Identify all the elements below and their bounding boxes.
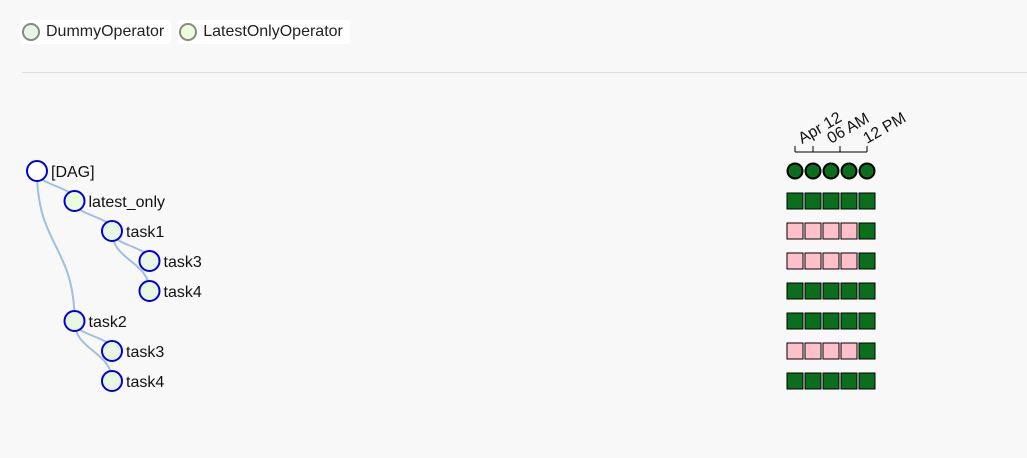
task-label[interactable]: task3 — [126, 344, 164, 361]
task-instance-success-box[interactable] — [786, 192, 804, 210]
task-instance-skipped-box[interactable] — [822, 222, 840, 240]
dag-run-status-circle[interactable] — [840, 162, 858, 180]
task-instance-skipped-box[interactable] — [840, 342, 858, 360]
task-instance-success-box[interactable] — [858, 372, 876, 390]
task-instance-skipped-box[interactable] — [786, 342, 804, 360]
task-instance-success-box[interactable] — [786, 372, 804, 390]
task-instance-success-box[interactable] — [840, 282, 858, 300]
task-instance-success-box[interactable] — [858, 282, 876, 300]
task-instance-success-box[interactable] — [822, 312, 840, 330]
task-instance-success-box[interactable] — [858, 342, 876, 360]
task-instance-skipped-box[interactable] — [786, 222, 804, 240]
task-instance-skipped-box[interactable] — [840, 252, 858, 270]
dag-label[interactable]: [DAG] — [51, 164, 95, 181]
task-node[interactable] — [101, 220, 123, 242]
run-axis: Apr 1206 AM12 PM — [794, 109, 910, 153]
task-instance-success-box[interactable] — [822, 192, 840, 210]
task-node[interactable] — [63, 310, 86, 332]
task-instance-success-box[interactable] — [804, 372, 822, 390]
task-node[interactable] — [63, 190, 86, 212]
task-node[interactable] — [138, 280, 161, 302]
task-instance-skipped-box[interactable] — [804, 222, 822, 240]
task-instance-success-box[interactable] — [858, 222, 876, 240]
task-instance-success-box[interactable] — [858, 312, 876, 330]
task-label[interactable]: task4 — [164, 284, 202, 301]
run-axis-label: 12 PM — [861, 110, 910, 148]
task-instance-success-box[interactable] — [786, 312, 804, 330]
task-node[interactable] — [101, 340, 123, 362]
dag-run-status-circle[interactable] — [786, 162, 804, 180]
task-label[interactable]: task4 — [126, 374, 164, 391]
task-instance-success-box[interactable] — [786, 282, 804, 300]
dag-run-status-circle[interactable] — [804, 162, 822, 180]
dag-run-status-circle[interactable] — [822, 162, 840, 180]
task-instance-skipped-box[interactable] — [804, 252, 822, 270]
task-instance-success-box[interactable] — [804, 312, 822, 330]
task-instance-skipped-box[interactable] — [804, 342, 822, 360]
task-instance-success-box[interactable] — [840, 372, 858, 390]
task-instance-success-box[interactable] — [840, 192, 858, 210]
task-instance-success-box[interactable] — [858, 192, 876, 210]
task-instance-skipped-box[interactable] — [822, 342, 840, 360]
task-node[interactable] — [101, 370, 123, 392]
tree-view: Apr 1206 AM12 PM [DAG]latest_onlytask1ta… — [26, 109, 910, 392]
task-instance-skipped-box[interactable] — [822, 252, 840, 270]
task-instance-success-box[interactable] — [822, 282, 840, 300]
task-node[interactable] — [138, 250, 161, 272]
tree-rows: [DAG]latest_onlytask1task3task4task2task… — [26, 160, 876, 392]
task-instance-success-box[interactable] — [858, 252, 876, 270]
task-instance-success-box[interactable] — [804, 282, 822, 300]
task-label[interactable]: task2 — [89, 314, 127, 331]
dag-run-status-circle[interactable] — [858, 162, 876, 180]
task-instance-skipped-box[interactable] — [786, 252, 804, 270]
task-instance-skipped-box[interactable] — [840, 222, 858, 240]
task-label[interactable]: task1 — [126, 224, 164, 241]
task-instance-success-box[interactable] — [840, 312, 858, 330]
dag-node[interactable] — [26, 160, 48, 182]
task-label[interactable]: latest_only — [89, 194, 166, 211]
task-instance-success-box[interactable] — [822, 372, 840, 390]
task-instance-success-box[interactable] — [804, 192, 822, 210]
task-label[interactable]: task3 — [164, 254, 202, 271]
